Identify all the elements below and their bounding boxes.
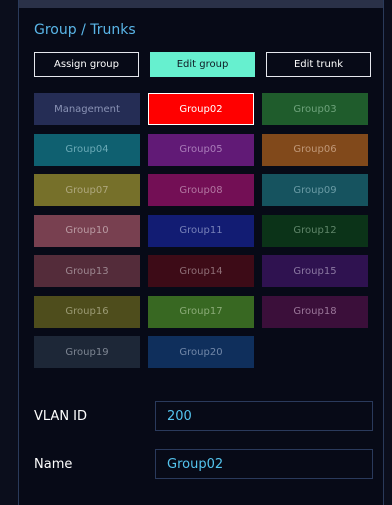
group-tile-label: Group20 [179, 346, 223, 358]
group-tile-label: Group10 [65, 225, 109, 236]
edit-group-button[interactable]: Edit group [150, 52, 255, 77]
group-tile-group20[interactable]: Group20 [148, 336, 254, 368]
name-input[interactable]: Group02 [155, 449, 373, 479]
group-tile-label: Group07 [65, 184, 109, 196]
name-label: Name [34, 457, 73, 472]
group-tile-group13[interactable]: Group13 [34, 255, 140, 287]
group-tile-group18[interactable]: Group18 [262, 295, 368, 328]
vlan-id-label: VLAN ID [34, 409, 88, 424]
group-tile-label: Group17 [179, 306, 223, 317]
edit-trunk-button[interactable]: Edit trunk [266, 52, 371, 77]
group-tile-label: Group08 [179, 184, 223, 196]
group-tile-group07[interactable]: Group07 [34, 174, 140, 206]
group-tile-group12[interactable]: Group12 [262, 214, 368, 247]
group-tile-label: Group06 [293, 144, 337, 155]
group-tile-label: Group16 [65, 306, 109, 317]
group-tile-label: Group19 [65, 346, 109, 358]
group-tile-group19[interactable]: Group19 [34, 336, 140, 368]
vlan-id-input[interactable]: 200 [155, 401, 373, 431]
group-tile-label: Group03 [293, 103, 337, 115]
assign-group-button[interactable]: Assign group [34, 52, 139, 77]
group-tile-group15[interactable]: Group15 [262, 255, 368, 287]
name-value: Group02 [167, 456, 224, 472]
group-tile-label: Group14 [179, 265, 223, 277]
group-tile-group05[interactable]: Group05 [148, 133, 254, 166]
group-tile-label: Group18 [293, 306, 337, 317]
group-tile-group17[interactable]: Group17 [148, 295, 254, 328]
group-tile-label: Group09 [293, 184, 337, 196]
panel-header-band [19, 0, 383, 8]
group-tile-group02[interactable]: Group02 [148, 93, 254, 125]
group-tile-group10[interactable]: Group10 [34, 214, 140, 247]
group-tile-group16[interactable]: Group16 [34, 295, 140, 328]
group-tile-label: Group05 [179, 144, 223, 155]
group-tile-group09[interactable]: Group09 [262, 174, 368, 206]
vlan-id-value: 200 [167, 408, 192, 424]
group-tile-label: Group04 [65, 144, 109, 155]
group-tile-group06[interactable]: Group06 [262, 133, 368, 166]
group-tile-group04[interactable]: Group04 [34, 133, 140, 166]
group-tile-label: Group13 [65, 265, 109, 277]
group-tile-group08[interactable]: Group08 [148, 174, 254, 206]
group-trunks-panel: Group / Trunks Assign group Edit group E… [18, 0, 384, 505]
group-tile-label: Management [54, 103, 120, 115]
group-tile-label: Group11 [179, 225, 223, 236]
group-tile-group14[interactable]: Group14 [148, 255, 254, 287]
panel-title: Group / Trunks [34, 22, 136, 38]
group-tile-label: Group12 [293, 225, 337, 236]
group-tile-group03[interactable]: Group03 [262, 93, 368, 125]
group-tile-group11[interactable]: Group11 [148, 214, 254, 247]
group-tile-label: Group02 [179, 103, 223, 115]
group-tile-label: Group15 [293, 265, 337, 277]
group-tile-management[interactable]: Management [34, 93, 140, 125]
